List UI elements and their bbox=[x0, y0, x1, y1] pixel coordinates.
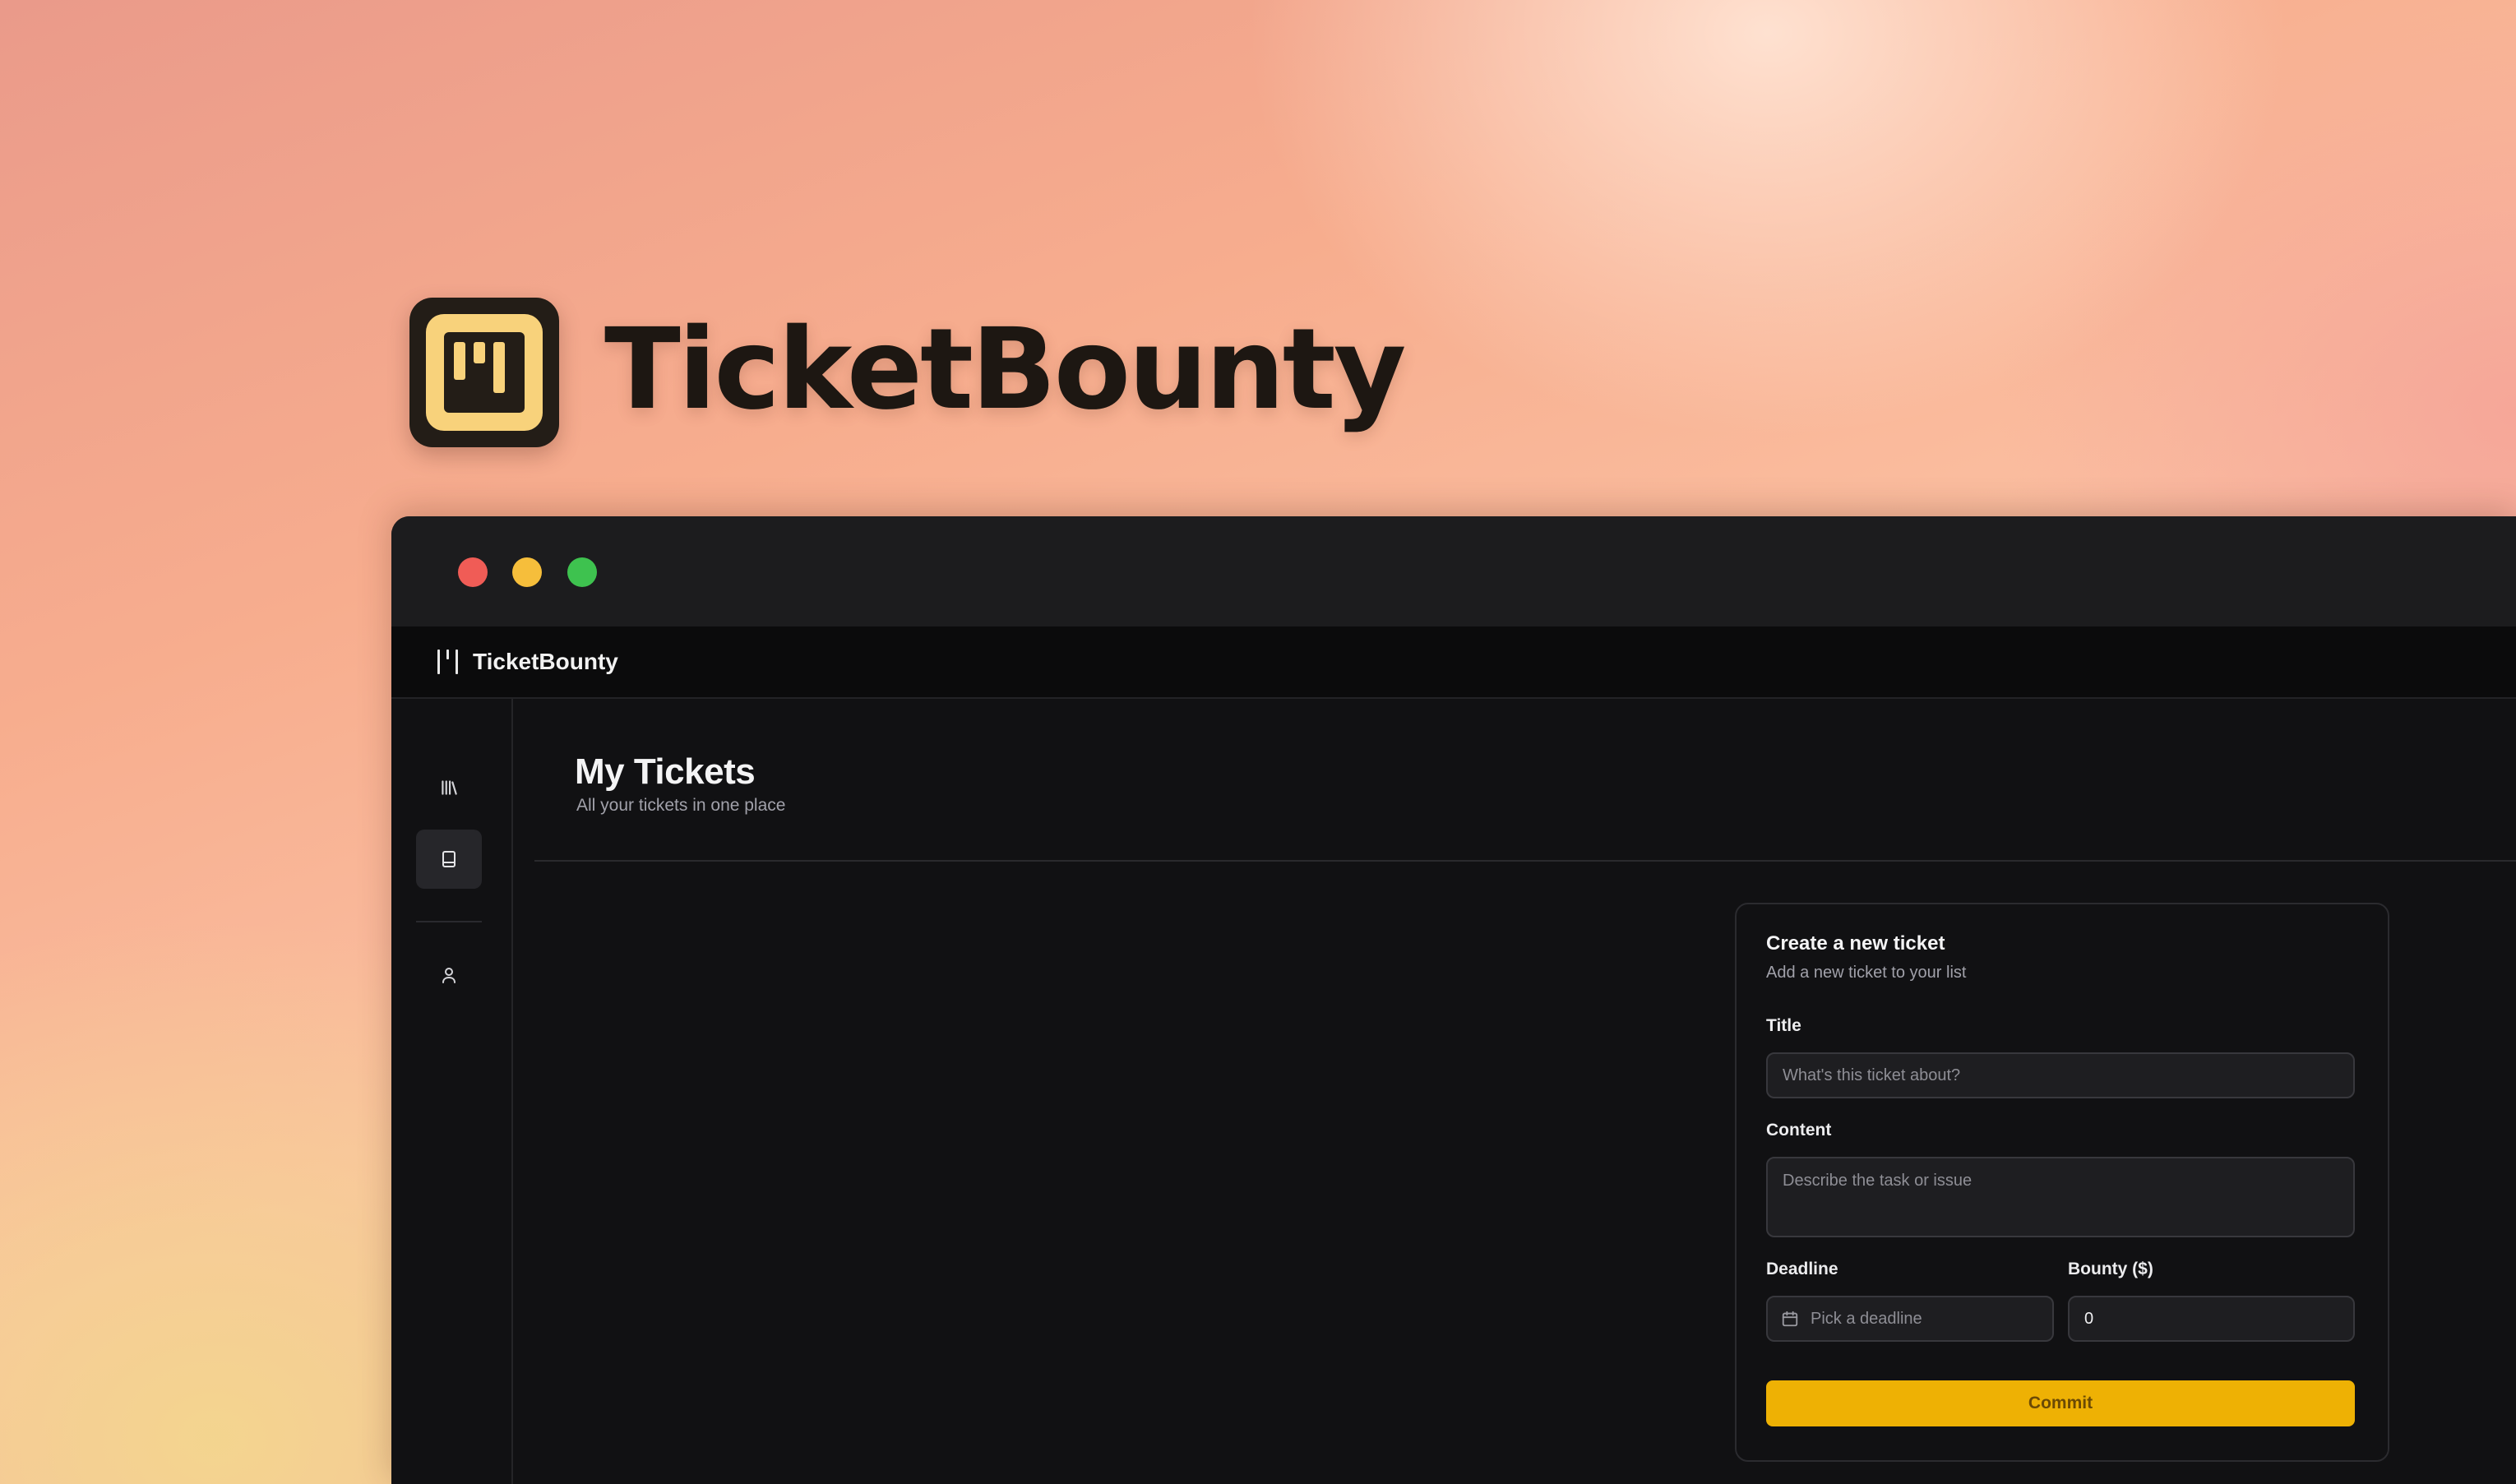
sidebar-item-all-tickets[interactable] bbox=[416, 758, 482, 817]
deadline-picker[interactable]: Pick a deadline bbox=[1766, 1296, 2054, 1342]
book-icon bbox=[442, 851, 456, 867]
deadline-label: Deadline bbox=[1766, 1260, 1838, 1278]
content-textarea[interactable] bbox=[1766, 1157, 2355, 1237]
library-icon bbox=[442, 780, 457, 795]
bounty-input[interactable]: 0 bbox=[2068, 1296, 2355, 1342]
user-icon bbox=[442, 968, 456, 983]
window-titlebar bbox=[391, 516, 2516, 626]
bounty-value: 0 bbox=[2084, 1309, 2094, 1328]
sidebar-item-account[interactable] bbox=[416, 945, 482, 1005]
content-label: Content bbox=[1766, 1121, 1832, 1140]
card-title: Create a new ticket bbox=[1766, 932, 1945, 955]
sidebar-separator bbox=[416, 921, 482, 922]
header-divider bbox=[534, 860, 2516, 862]
commit-button[interactable]: Commit bbox=[1766, 1380, 2355, 1426]
hero-title: TicketBounty bbox=[604, 305, 1406, 435]
create-ticket-card: Create a new ticket Add a new ticket to … bbox=[1735, 903, 2389, 1462]
close-window-button[interactable] bbox=[458, 557, 488, 587]
page-title: My Tickets bbox=[575, 751, 756, 792]
app-header: TicketBounty bbox=[391, 626, 2516, 699]
page-subtitle: All your tickets in one place bbox=[576, 796, 786, 815]
calendar-icon bbox=[1782, 1311, 1798, 1327]
card-subtitle: Add a new ticket to your list bbox=[1766, 964, 1967, 982]
title-input[interactable] bbox=[1766, 1052, 2355, 1098]
title-label: Title bbox=[1766, 1016, 1801, 1035]
app-logo-icon[interactable] bbox=[437, 650, 460, 674]
zoom-window-button[interactable] bbox=[567, 557, 597, 587]
sidebar-item-my-tickets[interactable] bbox=[416, 830, 482, 889]
app-name-link[interactable]: TicketBounty bbox=[473, 646, 618, 677]
bounty-label: Bounty ($) bbox=[2068, 1260, 2153, 1278]
hero-logo-icon bbox=[409, 298, 559, 447]
sidebar bbox=[391, 699, 513, 1484]
minimize-window-button[interactable] bbox=[512, 557, 542, 587]
deadline-placeholder: Pick a deadline bbox=[1811, 1309, 1922, 1328]
